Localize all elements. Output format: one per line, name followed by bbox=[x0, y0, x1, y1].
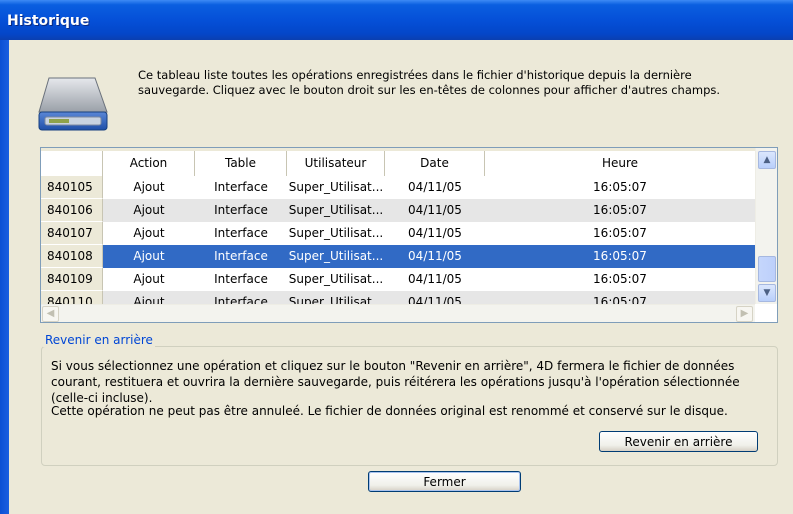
date-cell: 04/11/05 bbox=[408, 180, 462, 194]
scroll-left-icon[interactable]: ◀ bbox=[42, 306, 59, 322]
time-cell: 16:05:07 bbox=[593, 226, 647, 240]
row-id-cell: 840110 bbox=[41, 291, 103, 304]
user-cell: Super_Utilisat... bbox=[288, 226, 384, 240]
date-cell: 04/11/05 bbox=[408, 249, 462, 263]
title-bar[interactable]: Historique bbox=[0, 0, 793, 40]
dialog-body: Ce tableau liste toutes les opérations e… bbox=[9, 40, 793, 514]
user-cell: Super_Utilisat... bbox=[288, 272, 384, 286]
column-header-heure[interactable]: Heure bbox=[485, 151, 755, 176]
column-header-date[interactable]: Date bbox=[385, 151, 485, 176]
history-grid: Action Table Utilisateur Date Heure 8401… bbox=[41, 148, 755, 304]
time-cell: 16:05:07 bbox=[593, 249, 647, 263]
date-cell: 04/11/05 bbox=[408, 272, 462, 286]
window-title: Historique bbox=[7, 13, 90, 29]
table-row-selected[interactable]: 840108 Ajout Interface Super_Utilisat...… bbox=[41, 245, 755, 268]
close-button[interactable]: Fermer bbox=[368, 471, 521, 492]
row-id-cell: 840108 bbox=[41, 245, 103, 268]
time-cell: 16:05:07 bbox=[593, 180, 647, 194]
user-cell: Super_Utilisat... bbox=[288, 249, 384, 263]
action-cell: Ajout bbox=[133, 203, 165, 217]
row-id-cell: 840105 bbox=[41, 176, 103, 199]
scroll-up-icon[interactable]: ▲ bbox=[758, 151, 776, 169]
intro-text: Ce tableau liste toutes les opérations e… bbox=[138, 68, 721, 97]
row-id-cell: 840107 bbox=[41, 222, 103, 245]
table-cell: Interface bbox=[214, 180, 268, 194]
table-cell: Interface bbox=[214, 272, 268, 286]
action-cell: Ajout bbox=[133, 295, 165, 304]
column-header-table[interactable]: Table bbox=[195, 151, 287, 176]
user-cell: Super_Utilisat... bbox=[288, 203, 384, 217]
table-row[interactable]: 840107 Ajout Interface Super_Utilisat...… bbox=[41, 222, 755, 245]
user-cell: Super_Utilisat... bbox=[288, 180, 384, 194]
scroll-down-icon[interactable]: ▼ bbox=[758, 284, 776, 302]
action-cell: Ajout bbox=[133, 272, 165, 286]
table-row[interactable]: 840110 Ajout Interface Super_Utilisat...… bbox=[41, 291, 755, 304]
revert-button[interactable]: Revenir en arrière bbox=[599, 431, 758, 452]
table-row[interactable]: 840109 Ajout Interface Super_Utilisat...… bbox=[41, 268, 755, 291]
date-cell: 04/11/05 bbox=[408, 226, 462, 240]
row-id-cell: 840106 bbox=[41, 199, 103, 222]
column-header-id[interactable] bbox=[41, 151, 103, 176]
action-cell: Ajout bbox=[133, 249, 165, 263]
table-cell: Interface bbox=[214, 249, 268, 263]
backup-drive-icon bbox=[38, 77, 108, 131]
row-id-cell: 840109 bbox=[41, 268, 103, 291]
time-cell: 16:05:07 bbox=[593, 295, 647, 304]
table-row[interactable]: 840106 Ajout Interface Super_Utilisat...… bbox=[41, 199, 755, 222]
date-cell: 04/11/05 bbox=[408, 295, 462, 304]
revert-warning: Cette opération ne peut pas être annuleé… bbox=[51, 404, 728, 418]
table-cell: Interface bbox=[214, 295, 268, 304]
column-header-action[interactable]: Action bbox=[103, 151, 195, 176]
user-cell: Super_Utilisat... bbox=[288, 295, 384, 304]
revert-description: Si vous sélectionnez une opération et cl… bbox=[51, 359, 740, 405]
history-table[interactable]: Action Table Utilisateur Date Heure 8401… bbox=[40, 147, 778, 323]
column-header-utilisateur[interactable]: Utilisateur bbox=[287, 151, 385, 176]
time-cell: 16:05:07 bbox=[593, 272, 647, 286]
action-cell: Ajout bbox=[133, 226, 165, 240]
revert-group-legend: Revenir en arrière bbox=[43, 333, 155, 347]
table-cell: Interface bbox=[214, 203, 268, 217]
time-cell: 16:05:07 bbox=[593, 203, 647, 217]
table-cell: Interface bbox=[214, 226, 268, 240]
action-cell: Ajout bbox=[133, 180, 165, 194]
window-frame-left bbox=[0, 40, 9, 514]
horizontal-scrollbar[interactable]: ◀ ▶ bbox=[41, 304, 755, 322]
table-header: Action Table Utilisateur Date Heure bbox=[41, 148, 755, 176]
vertical-scrollbar[interactable]: ▲ ▼ bbox=[755, 148, 777, 304]
scroll-right-icon[interactable]: ▶ bbox=[736, 306, 753, 322]
historique-window: Historique Ce tableau liste toutes les o… bbox=[0, 0, 793, 514]
scroll-thumb[interactable] bbox=[758, 256, 776, 282]
date-cell: 04/11/05 bbox=[408, 203, 462, 217]
table-row[interactable]: 840105 Ajout Interface Super_Utilisat...… bbox=[41, 176, 755, 199]
